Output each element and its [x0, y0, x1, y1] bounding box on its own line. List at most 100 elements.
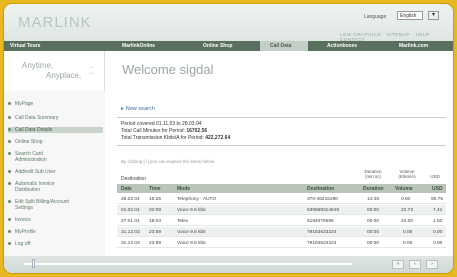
sidebar-item-online-shop[interactable]: Online Shop — [8, 139, 43, 145]
col-usd[interactable]: USD — [432, 186, 443, 192]
cell-usd: 90.75 — [431, 197, 444, 202]
bullet-icon — [8, 182, 11, 185]
next-page-button[interactable]: › — [426, 260, 438, 269]
cell-mode: Voice 9.6 kbit — [177, 230, 206, 235]
sidebar-item-search-card[interactable]: Search Card Administration — [8, 151, 47, 163]
new-search-link[interactable]: ▸ New search — [121, 106, 155, 112]
table-row[interactable]: 31.12.03 23:59 Voice 9.6 kbit 7916362322… — [117, 227, 446, 237]
bullet-icon — [8, 218, 11, 221]
col-destination[interactable]: Destination — [307, 186, 334, 192]
cell-volume: 0.00 — [403, 241, 413, 246]
duration-top-header: Duration (min:sc) — [364, 169, 382, 179]
table-row[interactable]: 01.02.04 02:08 Voice 9.6 kbit 6398683146… — [117, 205, 446, 215]
prev-page-button[interactable]: ‹ — [409, 260, 421, 269]
col-time[interactable]: Time — [149, 186, 161, 192]
cell-mode: Telephony - AUTO — [177, 197, 217, 202]
cell-duration: 00:00 — [367, 219, 380, 224]
nav-actionboxes[interactable]: Actionboxes — [327, 41, 357, 51]
divider — [117, 117, 446, 118]
nav-marlink-online[interactable]: MarlinkOnline — [122, 41, 155, 51]
tagline-line2: Anyplace, — [46, 71, 82, 80]
language-label: Language — [364, 14, 387, 20]
bullet-icon — [8, 140, 11, 143]
tagline-line1: Anytime, — [22, 61, 54, 70]
scroll-track[interactable] — [24, 263, 352, 265]
cell-date: 01.02.04 — [121, 208, 140, 213]
cell-date: 28.03.04 — [121, 197, 140, 202]
sidebar-item-invoice[interactable]: Invoice — [8, 217, 31, 223]
sidebar-item-log-off[interactable]: Log off — [8, 241, 30, 247]
bullet-icon — [8, 230, 11, 233]
cell-usd: 7.41 — [433, 208, 443, 213]
col-date[interactable]: Date — [121, 186, 132, 192]
cell-time: 23:59 — [149, 241, 162, 246]
bullet-icon — [8, 170, 11, 173]
cell-usd: 1.50 — [433, 219, 443, 224]
sitemap-link[interactable]: SITEMAP — [387, 32, 410, 37]
app-frame: MARLINK Language English ▾ LOW GRAPHICS … — [4, 4, 453, 273]
nav-online-shop[interactable]: Online Shop — [203, 41, 232, 51]
first-page-button[interactable]: « — [392, 260, 404, 269]
bullet-icon — [8, 200, 11, 203]
expand-hint: By clicking [+] you can expand the items… — [121, 159, 216, 164]
cell-date: 27.01.04 — [121, 219, 140, 224]
cell-volume: 22.73 — [401, 208, 414, 213]
arrow-right-icon: ▸ — [121, 106, 124, 112]
cell-time: 16:25 — [149, 197, 162, 202]
chevron-down-icon[interactable]: ▾ — [428, 11, 439, 20]
period-text: Period covered 01.11.03 to 28.03.04 — [121, 121, 202, 127]
cell-destination: 370-46216290 — [307, 197, 338, 202]
volume-top-header: Volume (Kbits/A) — [398, 169, 416, 179]
bullet-icon — [8, 116, 11, 119]
help-link[interactable]: HELP — [416, 32, 430, 37]
cell-duration: 00:00 — [367, 230, 380, 235]
cell-usd: 0.00 — [433, 230, 443, 235]
cell-volume: 24.00 — [401, 219, 414, 224]
col-volume[interactable]: Volume — [395, 186, 413, 192]
cell-mode: Voice 9.6 kbit — [177, 208, 206, 213]
col-mode[interactable]: Mode — [177, 186, 190, 192]
cell-time: 23:59 — [149, 230, 162, 235]
cell-duration: 14:48 — [367, 197, 380, 202]
cell-destination: 639868314649 — [307, 208, 340, 213]
bullet-icon — [8, 152, 11, 155]
table-row[interactable]: 28.03.04 16:25 Telephony - AUTO 370-4621… — [117, 194, 446, 204]
cell-mode: Voice 9.6 kbit — [177, 241, 206, 246]
cell-usd: 0.00 — [433, 241, 443, 246]
nav-virtual-tours[interactable]: Virtual Tours — [10, 41, 40, 51]
cell-time: 18:03 — [149, 219, 162, 224]
arrows-icon: → → — [88, 64, 94, 76]
main-content: ▸ New search Period covered 01.11.03 to 2… — [105, 91, 453, 256]
page-title: Welcome sigdal — [122, 62, 214, 77]
nav-marlink-com[interactable]: Marlink.com — [399, 41, 428, 51]
main-nav: Virtual Tours MarlinkOnline Online Shop … — [4, 41, 453, 51]
cell-date: 31.12.03 — [121, 230, 140, 235]
sidebar-item-automatic-invoice[interactable]: Automatic Invoice Distribution — [8, 181, 54, 193]
cell-time: 02:08 — [149, 208, 162, 213]
table-row[interactable]: 27.01.04 18:03 Telex 5194075696 00:00 24… — [117, 216, 446, 226]
scroll-handle[interactable] — [32, 259, 35, 268]
sidebar: MyPage Call Data Summary Call Data Detai… — [4, 91, 105, 256]
total-kbits: Total Transmission Kbits/A for Period: 4… — [121, 135, 231, 141]
usd-top-header: USD — [430, 174, 440, 179]
sidebar-item-call-data-details[interactable]: Call Data Details — [8, 127, 103, 133]
col-duration[interactable]: Duration — [363, 186, 384, 192]
top-bar: MARLINK Language English ▾ LOW GRAPHICS … — [4, 4, 453, 42]
table-row[interactable]: 31.12.03 23:59 Voice 9.6 kbit 7916362322… — [117, 238, 446, 248]
sidebar-item-myprofile[interactable]: MyProfile — [8, 229, 36, 235]
marlink-logo[interactable]: MARLINK — [18, 14, 92, 31]
total-minutes: Total Call Minutes for Period: 16702.56 — [121, 128, 208, 134]
sidebar-item-call-data-summary[interactable]: Call Data Summary — [8, 115, 58, 121]
nav-call-data[interactable]: Call Data — [260, 41, 308, 51]
cell-mode: Telex — [177, 219, 189, 224]
sidebar-item-add-edit-sub-user[interactable]: Add/edit Sub User — [8, 169, 56, 175]
bullet-icon — [8, 102, 11, 105]
bottom-bar: « ‹ › — [4, 256, 453, 273]
cell-destination: 5194075696 — [307, 219, 334, 224]
sidebar-item-edit-split-billing[interactable]: Edit Split Billing/Account Settings — [8, 199, 69, 211]
language-select[interactable]: English — [397, 11, 423, 20]
tagline-box: Anytime, Anyplace, → → — [4, 51, 105, 91]
cell-duration: 00:00 — [367, 241, 380, 246]
sidebar-item-mypage[interactable]: MyPage — [8, 101, 33, 107]
cell-destination: 79163623224 — [307, 230, 337, 235]
